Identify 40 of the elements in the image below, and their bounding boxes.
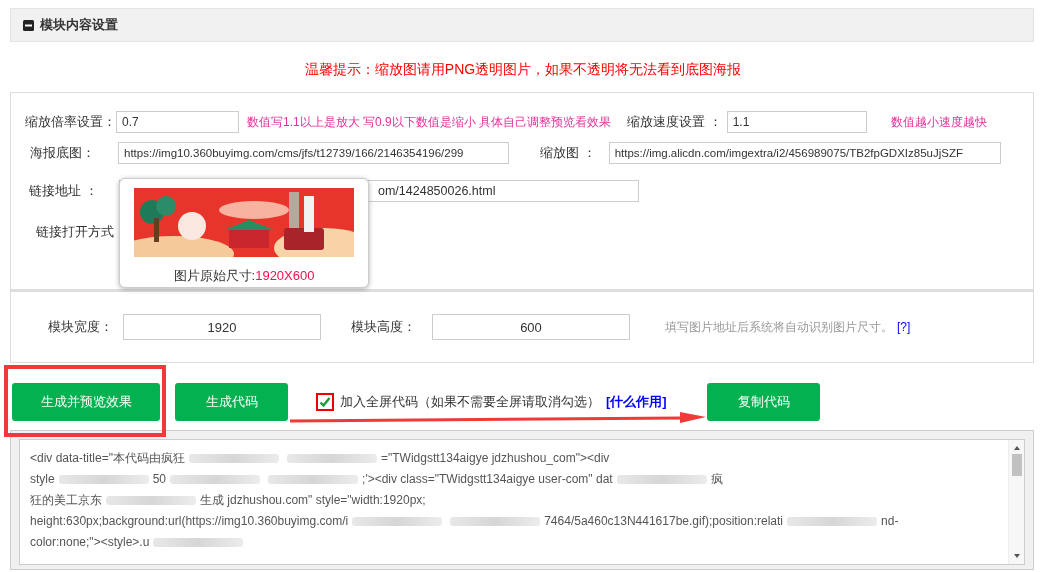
input-field[interactable]: 0.7 <box>116 111 239 133</box>
input-field[interactable]: 1.1 <box>726 111 867 133</box>
code-text: 疯 <box>710 471 723 488</box>
input-field[interactable]: 600 <box>432 314 630 340</box>
field-label: 缩放图 ： <box>540 144 596 162</box>
code-text: height:630px;background:url(https://img10.360buyimg.com/i <box>30 513 349 530</box>
checkbox[interactable] <box>316 393 334 411</box>
scroll-up-icon[interactable] <box>1012 445 1021 451</box>
section-title: 模块内容设置 <box>40 16 118 34</box>
help-link[interactable]: [什么作用] <box>606 393 667 411</box>
code-text: ="TWidgstt134aigye jdzhushou_com"><div <box>381 450 610 467</box>
notice-text: 温馨提示：缩放图请用PNG透明图片，如果不透明将无法看到底图海报 <box>304 61 742 77</box>
code-text: 7464/5a460c13N441617be.gif);position:relati <box>544 513 784 530</box>
scrollbar-thumb[interactable] <box>1011 454 1022 476</box>
checkbox-label: 加入全屏代码（如果不需要全屏请取消勾选） <box>340 393 600 411</box>
field-label: 链接打开方式 <box>36 223 114 241</box>
code-text: <div data-title="本代码由疯狂 <box>30 450 185 467</box>
image-size-caption: 图片原始尺寸:1920X600 <box>173 267 315 285</box>
code-text: color:none;"><style>.u <box>30 534 150 551</box>
scroll-down-icon[interactable] <box>1012 553 1021 559</box>
field-label: 缩放速度设置 ： <box>627 113 722 131</box>
input-field[interactable]: https://img10.360buyimg.com/cms/jfs/t12739/166/2146354196/299 <box>118 142 509 164</box>
code-text: nd- <box>881 513 899 530</box>
field-label: 海报底图： <box>29 144 95 162</box>
collapse-icon[interactable] <box>23 19 34 31</box>
code-text: 狂的美工京东 <box>30 492 102 509</box>
field-label: 缩放倍率设置： <box>25 113 116 131</box>
field-label: 模块宽度： <box>48 318 113 336</box>
hint-text: 数值越小速度越快 <box>890 113 987 131</box>
input-field[interactable]: https://img.alicdn.com/imgextra/i2/456989075/TB2fpGDXIz85uJjSZF <box>608 142 1001 164</box>
hint-text: 填写图片地址后系统将自动识别图片尺寸。 <box>665 318 893 336</box>
code-text: ;'><div class="TWidgstt134aigye user-com" dat <box>362 471 613 488</box>
field-label: 链接地址 ： <box>28 182 98 200</box>
input-field[interactable]: 1920 <box>123 314 321 340</box>
code-text: 50 <box>152 471 167 488</box>
code-text: 生成 jdzhushou.com" style="width:1920px; <box>200 492 426 509</box>
help-link[interactable]: [?] <box>897 320 911 334</box>
code-text: style <box>30 471 55 488</box>
field-label: 模块高度： <box>351 318 416 336</box>
hint-text: 数值写1.1以上是放大 写0.9以下数值是缩小 具体自己调整预览看效果 <box>247 113 612 131</box>
